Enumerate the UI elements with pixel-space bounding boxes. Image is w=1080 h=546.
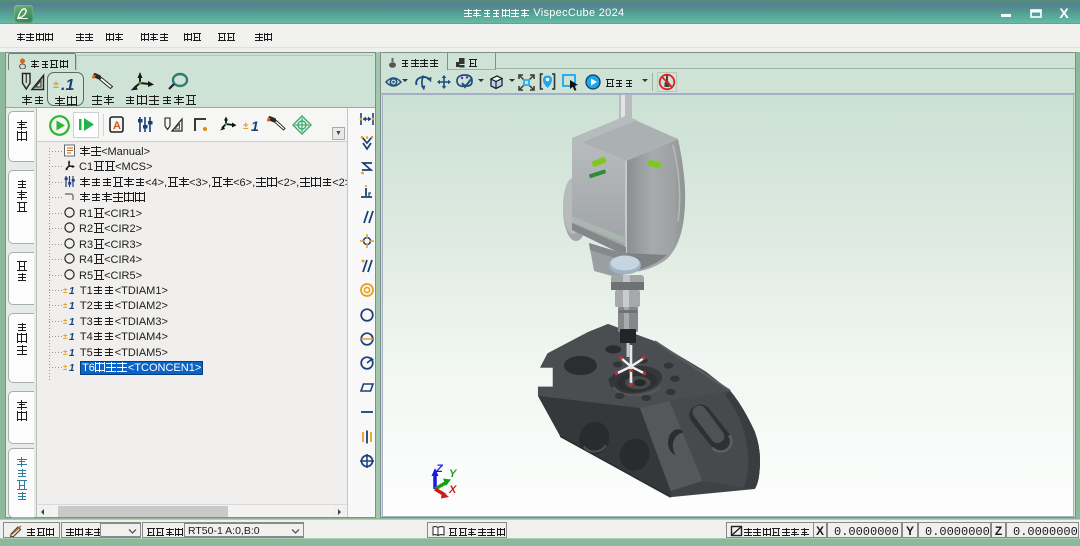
svg-text:±: ± xyxy=(63,286,68,295)
svg-text:±: ± xyxy=(63,301,68,310)
svg-text:±: ± xyxy=(63,332,68,341)
svg-text:A: A xyxy=(113,120,121,132)
svg-text:1: 1 xyxy=(69,301,75,311)
svg-text:X: X xyxy=(448,484,457,496)
svg-text:1: 1 xyxy=(69,317,75,327)
svg-text:1: 1 xyxy=(69,363,75,373)
svg-text:1: 1 xyxy=(69,332,75,342)
svg-text:1: 1 xyxy=(251,118,259,134)
svg-text:±: ± xyxy=(63,317,68,326)
svg-text:1: 1 xyxy=(69,286,75,296)
svg-text:±: ± xyxy=(63,348,68,357)
svg-text:Y: Y xyxy=(449,468,458,480)
svg-text:±: ± xyxy=(63,363,68,372)
svg-text:±: ± xyxy=(53,79,59,91)
svg-text:1: 1 xyxy=(69,348,75,358)
svg-text:±: ± xyxy=(243,121,249,132)
svg-text:.1: .1 xyxy=(61,77,74,93)
svg-text:Z: Z xyxy=(435,463,444,475)
